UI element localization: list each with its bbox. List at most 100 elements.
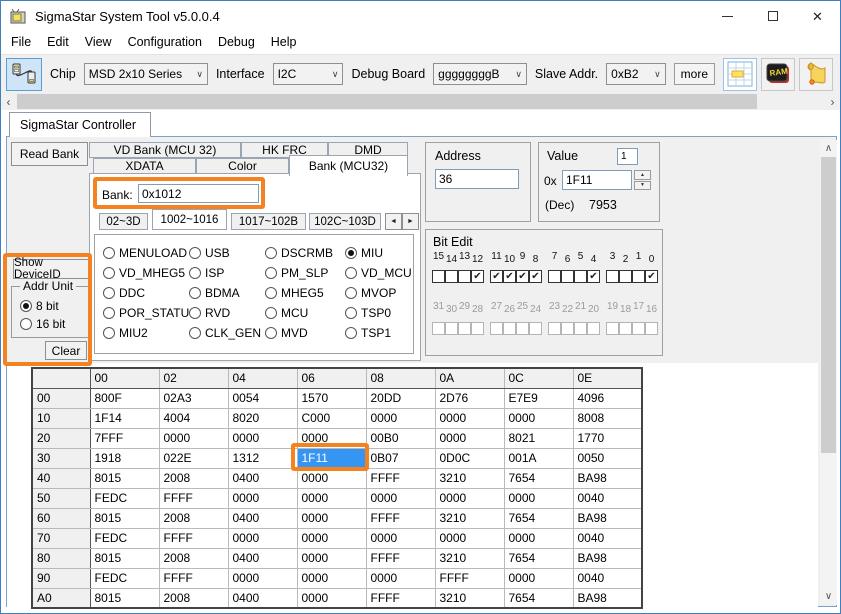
value-count-input[interactable] (617, 148, 638, 165)
read-bank-button[interactable]: Read Bank (11, 142, 88, 166)
scroll-up-icon[interactable]: ∧ (820, 140, 837, 157)
table-cell-10-0A[interactable]: 0000 (435, 408, 504, 428)
ram-button[interactable]: RAM (761, 58, 795, 91)
table-cell-10-0E[interactable]: 8008 (573, 408, 642, 428)
slave-addr-dropdown[interactable]: 0xB2 ∨ (606, 63, 666, 85)
table-cell-60-0E[interactable]: BA98 (573, 508, 642, 528)
table-cell-40-08[interactable]: FFFF (366, 468, 435, 488)
bit-checkbox-6[interactable] (561, 270, 574, 283)
table-cell-50-02[interactable]: FFFF (159, 488, 228, 508)
range-tab-102c-103d[interactable]: 102C~103D (309, 213, 381, 230)
table-cell-10-06[interactable]: C000 (297, 408, 366, 428)
maximize-button[interactable] (750, 1, 795, 31)
tab-color[interactable]: Color (196, 158, 289, 174)
scroll-left-icon[interactable]: ‹ (1, 93, 16, 110)
table-cell-60-0A[interactable]: 3210 (435, 508, 504, 528)
radio-isp[interactable]: ISP (189, 263, 265, 283)
table-cell-80-0A[interactable]: 3210 (435, 548, 504, 568)
table-cell-60-0C[interactable]: 7654 (504, 508, 573, 528)
menu-item-view[interactable]: View (77, 31, 120, 54)
radio-tsp1[interactable]: TSP1 (345, 323, 417, 343)
tab-bank-mcu32[interactable]: Bank (MCU32) (289, 155, 408, 176)
table-cell-80-06[interactable]: 0000 (297, 548, 366, 568)
table-cell-60-08[interactable]: FFFF (366, 508, 435, 528)
radio-mvd[interactable]: MVD (265, 323, 345, 343)
table-cell-80-04[interactable]: 0400 (228, 548, 297, 568)
table-cell-A0-0E[interactable]: BA98 (573, 588, 642, 608)
clear-button[interactable]: Clear (45, 341, 87, 360)
table-cell-00-0C[interactable]: E7E9 (504, 388, 573, 408)
minimize-button[interactable] (705, 1, 750, 31)
radio-menuload[interactable]: MENULOAD (103, 243, 189, 263)
vertical-scroll-thumb[interactable] (821, 157, 836, 453)
bit-checkbox-4[interactable]: ✔ (587, 270, 600, 283)
table-cell-A0-02[interactable]: 2008 (159, 588, 228, 608)
bit-checkbox-8[interactable]: ✔ (529, 270, 542, 283)
bit-checkbox-5[interactable] (574, 270, 587, 283)
table-cell-A0-04[interactable]: 0400 (228, 588, 297, 608)
table-cell-50-0E[interactable]: 0040 (573, 488, 642, 508)
table-cell-90-02[interactable]: FFFF (159, 568, 228, 588)
scroll-down-icon[interactable]: ∨ (820, 588, 837, 605)
table-cell-50-00[interactable]: FEDC (90, 488, 159, 508)
scroll-right-icon[interactable]: › (825, 93, 840, 110)
value-hex-input[interactable] (562, 170, 632, 190)
table-cell-60-04[interactable]: 0400 (228, 508, 297, 528)
table-cell-40-0C[interactable]: 7654 (504, 468, 573, 488)
table-cell-20-04[interactable]: 0000 (228, 428, 297, 448)
bit-checkbox-11[interactable]: ✔ (490, 270, 503, 283)
menu-item-edit[interactable]: Edit (39, 31, 77, 54)
table-cell-60-00[interactable]: 8015 (90, 508, 159, 528)
table-cell-80-00[interactable]: 8015 (90, 548, 159, 568)
radio-bdma[interactable]: BDMA (189, 283, 265, 303)
table-cell-50-04[interactable]: 0000 (228, 488, 297, 508)
radio-miu[interactable]: MIU (345, 243, 417, 263)
table-cell-50-08[interactable]: 0000 (366, 488, 435, 508)
vertical-scrollbar[interactable]: ∧ ∨ (820, 140, 837, 605)
radio-vd-mheg5[interactable]: VD_MHEG5 (103, 263, 189, 283)
table-cell-80-02[interactable]: 2008 (159, 548, 228, 568)
table-cell-10-0C[interactable]: 0000 (504, 408, 573, 428)
table-cell-A0-0A[interactable]: 3210 (435, 588, 504, 608)
bit-checkbox-13[interactable] (458, 270, 471, 283)
spin-down-icon[interactable]: ▼ (634, 181, 651, 191)
bit-checkbox-15[interactable] (432, 270, 445, 283)
radio-mvop[interactable]: MVOP (345, 283, 417, 303)
horizontal-scrollbar[interactable]: ‹ › (1, 93, 840, 110)
range-tab-1002-1016[interactable]: 1002~1016 (152, 209, 227, 230)
range-tab-next-button[interactable]: ► (402, 213, 419, 230)
table-cell-30-00[interactable]: 1918 (90, 448, 159, 468)
table-cell-00-06[interactable]: 1570 (297, 388, 366, 408)
selected-cell[interactable]: 1F11 (297, 448, 366, 468)
table-cell-00-02[interactable]: 02A3 (159, 388, 228, 408)
table-cell-A0-0C[interactable]: 7654 (504, 588, 573, 608)
table-cell-70-08[interactable]: 0000 (366, 528, 435, 548)
table-cell-30-0E[interactable]: 0050 (573, 448, 642, 468)
radio-rvd[interactable]: RVD (189, 303, 265, 323)
table-cell-40-04[interactable]: 0400 (228, 468, 297, 488)
close-button[interactable]: ✕ (795, 1, 840, 31)
table-cell-20-0E[interactable]: 1770 (573, 428, 642, 448)
table-cell-30-08[interactable]: 0B07 (366, 448, 435, 468)
bit-checkbox-3[interactable] (606, 270, 619, 283)
range-tab-1017-102b[interactable]: 1017~102B (231, 213, 306, 230)
table-cell-00-0A[interactable]: 2D76 (435, 388, 504, 408)
radio-8-bit[interactable]: 8 bit (20, 299, 59, 313)
menu-item-debug[interactable]: Debug (210, 31, 263, 54)
table-cell-50-06[interactable]: 0000 (297, 488, 366, 508)
table-cell-20-00[interactable]: 7FFF (90, 428, 159, 448)
table-cell-40-00[interactable]: 8015 (90, 468, 159, 488)
table-cell-30-02[interactable]: 022E (159, 448, 228, 468)
interface-dropdown[interactable]: I2C ∨ (273, 63, 344, 85)
table-cell-A0-00[interactable]: 8015 (90, 588, 159, 608)
table-cell-20-02[interactable]: 0000 (159, 428, 228, 448)
table-cell-20-0A[interactable]: 0000 (435, 428, 504, 448)
bit-checkbox-10[interactable]: ✔ (503, 270, 516, 283)
table-cell-90-0E[interactable]: 0040 (573, 568, 642, 588)
table-cell-80-0C[interactable]: 7654 (504, 548, 573, 568)
radio-usb[interactable]: USB (189, 243, 265, 263)
table-cell-40-0E[interactable]: BA98 (573, 468, 642, 488)
radio-16-bit[interactable]: 16 bit (20, 317, 65, 331)
table-cell-10-08[interactable]: 0000 (366, 408, 435, 428)
register-table-button[interactable] (723, 58, 757, 91)
